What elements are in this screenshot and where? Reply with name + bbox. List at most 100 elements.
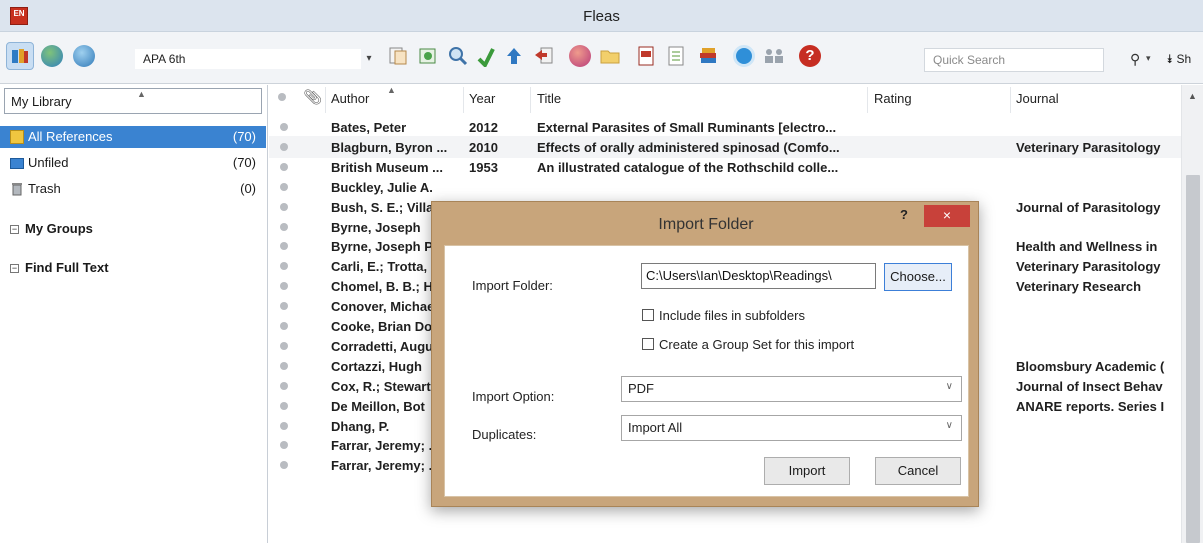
create-group-set-label: Create a Group Set for this import — [659, 337, 855, 352]
journal-column-header[interactable]: Journal — [1016, 91, 1059, 106]
vertical-scrollbar[interactable]: ▲ — [1181, 85, 1203, 543]
new-reference-button[interactable] — [414, 42, 442, 70]
close-button[interactable]: × — [924, 205, 970, 227]
library-item-all-references[interactable]: All References (70) — [0, 126, 266, 148]
export-button[interactable] — [500, 42, 528, 70]
online-search-mode-button[interactable] — [38, 42, 66, 70]
rating-column-header[interactable]: Rating — [874, 91, 912, 106]
sync-button[interactable] — [730, 42, 758, 70]
window-title: Fleas — [583, 8, 620, 25]
import-option-select[interactable]: PDF ∨ — [621, 376, 962, 402]
year-column-header[interactable]: Year — [469, 91, 495, 106]
show-search-panel-button[interactable]: ⯯ Sh — [1166, 52, 1191, 67]
cell-year: 2012 — [469, 120, 498, 135]
read-status-dot-icon — [280, 182, 288, 191]
include-subfolders-checkbox[interactable] — [642, 309, 654, 321]
table-row[interactable]: Bates, Peter 2012 External Parasites of Sm… — [269, 116, 1181, 138]
library-item-count: (70) — [232, 155, 256, 170]
read-status-dot-icon — [280, 142, 288, 151]
folder-icon — [600, 50, 620, 64]
read-status-dot-icon — [280, 202, 288, 211]
share-library-button[interactable] — [760, 42, 788, 70]
insert-citation-button[interactable] — [384, 42, 412, 70]
chevron-down-icon: ∨ — [945, 420, 953, 431]
column-divider[interactable] — [1010, 87, 1011, 113]
table-row[interactable]: British Museum ... 1953 An illustrated cat… — [269, 156, 1181, 178]
library-item-trash[interactable]: Trash (0) — [0, 178, 266, 200]
quick-search-input[interactable]: Quick Search — [924, 48, 1104, 72]
attachment-column-header[interactable]: 📎︎ — [303, 88, 322, 106]
library-item-unfiled[interactable]: Unfiled (70) — [0, 152, 266, 174]
cell-author: British Museum ... — [331, 159, 443, 175]
column-divider[interactable] — [867, 87, 868, 113]
library-item-label: Trash — [28, 181, 61, 196]
library-item-label: All References — [28, 129, 113, 144]
magnifier-icon — [449, 47, 468, 66]
help-icon[interactable]: ? — [900, 207, 908, 222]
read-status-dot-icon — [280, 322, 288, 330]
read-status-dot-icon — [280, 421, 288, 430]
open-link-icon — [535, 47, 553, 64]
scroll-up-icon[interactable]: ▲ — [1188, 91, 1197, 101]
cell-journal: Veterinary Research — [1016, 279, 1142, 295]
include-subfolders-label: Include files in subfolders — [659, 308, 805, 323]
output-style-select[interactable]: APA 6th — [134, 48, 362, 70]
online-search-button[interactable] — [566, 42, 594, 70]
help-icon: ? — [799, 45, 821, 67]
duplicates-select[interactable]: Import All ∨ — [621, 415, 962, 441]
column-divider[interactable] — [530, 87, 531, 113]
author-column-header[interactable]: Author — [331, 91, 369, 106]
import-button[interactable]: Import — [764, 457, 850, 485]
import-button[interactable] — [472, 42, 500, 70]
cancel-button[interactable]: Cancel — [875, 457, 961, 485]
import-folder-field[interactable]: C:\Users\Ian\Desktop\Readings\ — [641, 263, 876, 289]
read-status-column-header[interactable] — [278, 89, 286, 104]
open-pdf-button[interactable] — [632, 42, 660, 70]
format-paper-button[interactable] — [662, 42, 690, 70]
people-icon — [765, 49, 783, 63]
search-icon[interactable]: ⚲ — [1130, 51, 1140, 68]
read-dot-icon — [278, 93, 286, 101]
cell-title: An illustrated catalogue of the Rothschi… — [537, 159, 839, 175]
toolbar: APA 6th ▾ ? Quick Search ⚲ ▾ ⯯ Sh — [0, 32, 1203, 84]
chevron-down-icon[interactable]: ▾ — [360, 48, 378, 70]
open-folder-button[interactable] — [596, 42, 624, 70]
collapse-icon[interactable]: − — [10, 264, 19, 273]
cell-journal: Health and Wellness in — [1016, 239, 1158, 255]
find-full-text-header[interactable]: − Find Full Text — [10, 260, 109, 275]
help-button[interactable]: ? — [796, 42, 824, 70]
cell-journal: ANARE reports. Series I — [1016, 398, 1165, 414]
manuscript-matcher-button[interactable] — [694, 42, 722, 70]
dialog-title: Import Folder — [658, 216, 754, 233]
all-references-icon — [10, 130, 24, 144]
integrated-library-mode-button[interactable] — [70, 42, 98, 70]
unfiled-icon — [10, 158, 24, 169]
sort-ascending-icon: ▲ — [137, 89, 146, 99]
sort-ascending-icon: ▲ — [387, 85, 396, 95]
cell-author: Blagburn, Byron ... — [331, 139, 448, 155]
cell-year: 2010 — [469, 139, 498, 155]
read-status-dot-icon — [280, 222, 288, 231]
read-status-dot-icon — [280, 162, 288, 171]
table-row[interactable]: Buckley, Julie A. — [269, 176, 1181, 198]
read-status-dot-icon — [280, 302, 288, 311]
local-library-icon — [12, 49, 28, 63]
cell-journal: Journal of Insect Behav — [1016, 378, 1163, 394]
my-groups-header[interactable]: − My Groups — [10, 221, 93, 236]
library-item-label: Unfiled — [28, 155, 69, 170]
collapse-icon[interactable]: − — [10, 225, 19, 234]
find-full-text-button[interactable] — [444, 42, 472, 70]
open-link-button[interactable] — [530, 42, 558, 70]
search-options-chevron-icon[interactable]: ▾ — [1146, 53, 1151, 64]
scroll-thumb[interactable] — [1186, 175, 1200, 543]
library-header[interactable]: My Library ▲ — [4, 88, 262, 114]
create-group-set-checkbox[interactable] — [642, 338, 654, 350]
column-divider[interactable] — [463, 87, 464, 113]
table-row[interactable]: Blagburn, Byron ... 2010 Effects of orally… — [269, 135, 1181, 158]
choose-button[interactable]: Choose... — [884, 263, 952, 291]
local-library-mode-button[interactable] — [6, 42, 34, 70]
pdf-icon — [638, 46, 654, 66]
column-divider[interactable] — [325, 87, 326, 113]
title-column-header[interactable]: Title — [537, 91, 561, 106]
sync-icon — [733, 45, 755, 67]
